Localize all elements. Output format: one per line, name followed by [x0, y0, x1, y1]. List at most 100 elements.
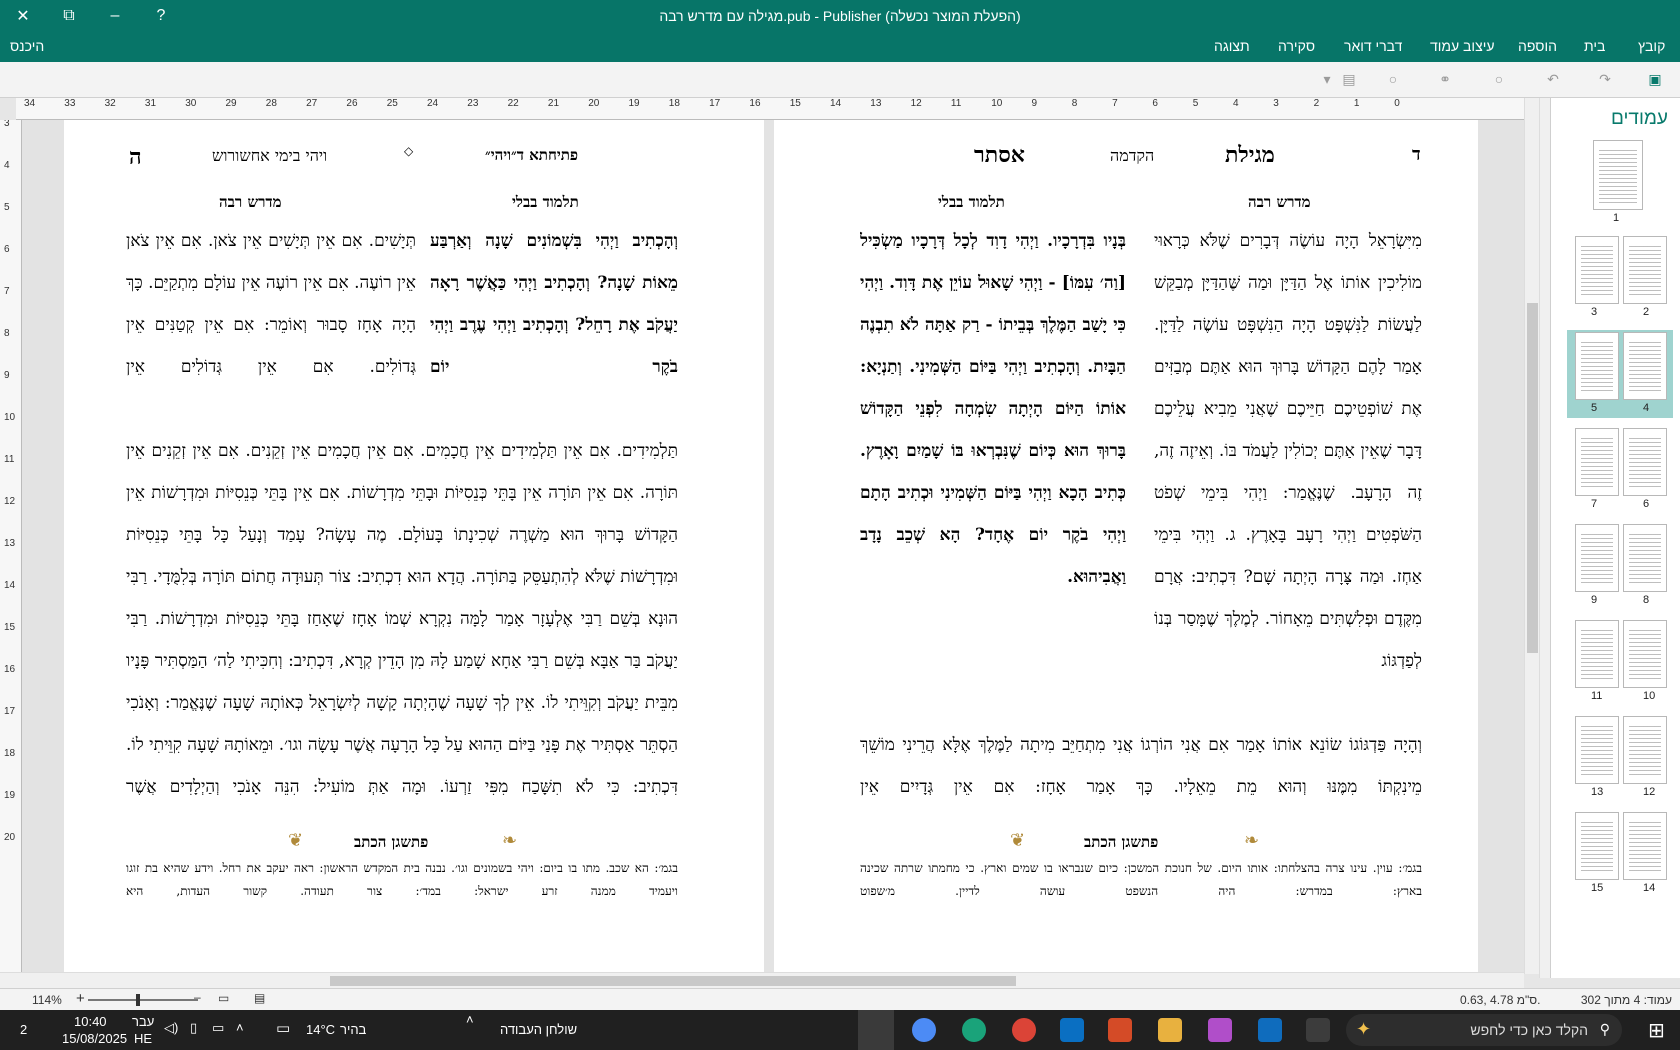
ruler-tick: 20 — [4, 832, 16, 843]
store-icon[interactable] — [1108, 1018, 1132, 1042]
clock-date[interactable]: 15/08/2025 — [62, 1031, 127, 1046]
outlook-icon[interactable] — [1258, 1018, 1282, 1042]
tab-mailings[interactable]: דברי דואר — [1340, 36, 1406, 56]
scroll-thumb[interactable] — [1527, 303, 1538, 653]
page-thumbnail[interactable] — [1623, 812, 1667, 880]
page-thumbnail[interactable] — [1575, 332, 1619, 400]
vertical-scrollbar[interactable] — [1524, 98, 1539, 974]
page-thumbnail[interactable] — [1623, 620, 1667, 688]
tab-review[interactable]: סקירה — [1274, 36, 1319, 56]
zoom-out-icon[interactable]: – — [194, 990, 201, 1004]
page-thumbnail[interactable] — [1623, 716, 1667, 784]
page-thumbnail[interactable] — [1575, 236, 1619, 304]
zoom-slider[interactable] — [88, 999, 198, 1001]
two-page-icon[interactable]: ▤ — [254, 991, 265, 1005]
link-icon[interactable]: ⚭ — [1436, 70, 1454, 88]
page-thumbnail-number: 13 — [1591, 786, 1604, 798]
page-thumbnail[interactable] — [1575, 620, 1619, 688]
ruler-tick: 8 — [1071, 98, 1078, 109]
circle-icon[interactable]: ○ — [1490, 70, 1508, 88]
windows-start-icon[interactable]: ⊞ — [1648, 1018, 1665, 1043]
title-bar: מגילה עם מדרש רבה.pub - Publisher (הפעלת… — [0, 0, 1680, 32]
thumbnail-preview — [1581, 531, 1613, 585]
chrome-icon[interactable] — [1012, 1018, 1036, 1042]
document-canvas[interactable]: ה ויהי בימי אחשורוש ◇ פתיחתא ד״ויהי״ תלמ… — [22, 120, 1524, 972]
status-bar: עמוד: 4 מתוך 302 0.63, 4.78 ס"מ. 114% + … — [0, 988, 1680, 1010]
page-thumbnail-number: 8 — [1643, 594, 1650, 606]
page-thumbnail[interactable] — [1623, 428, 1667, 496]
task-view-icon[interactable] — [1306, 1018, 1330, 1042]
ruler-tick: 14 — [830, 98, 842, 109]
tab-home[interactable]: בית — [1580, 36, 1609, 56]
chevron-down-icon[interactable]: ▾ — [1318, 70, 1336, 88]
pages-pane-collapse[interactable] — [1539, 98, 1550, 978]
windows-taskbar: ⊞ ⚲ הקלד כאן כדי לחפש ✦ שולחן העבודה ˄ ב… — [0, 1010, 1680, 1050]
tab-file[interactable]: קובץ — [1634, 36, 1669, 56]
footnote-title: פתשגן הכתב — [1084, 833, 1159, 851]
column-head: מדרש רבה — [1248, 193, 1311, 211]
page-thumbnail[interactable] — [1593, 140, 1643, 210]
signin-link[interactable]: היכנס — [10, 38, 44, 54]
tab-insert[interactable]: הוספה — [1514, 36, 1561, 56]
horizontal-scrollbar[interactable] — [0, 972, 1524, 988]
ruler-tick: 24 — [427, 98, 439, 109]
zoom-slider-handle[interactable] — [136, 994, 140, 1006]
ruler-tick: 14 — [4, 580, 16, 591]
edge-icon[interactable] — [962, 1018, 986, 1042]
column-head: מדרש רבה — [219, 193, 282, 211]
redo-icon[interactable]: ↷ — [1596, 70, 1614, 88]
ruler-tick: 26 — [346, 98, 358, 109]
chevron-up-icon[interactable]: ˄ — [466, 1012, 474, 1027]
page-thumbnail[interactable] — [1623, 524, 1667, 592]
weather-desc: בהיר — [340, 1022, 367, 1037]
undo-icon[interactable]: ↶ — [1544, 70, 1562, 88]
network-icon[interactable]: ▭ — [212, 1020, 224, 1036]
page-thumbnail[interactable] — [1575, 524, 1619, 592]
save-icon[interactable]: ▣ — [1646, 70, 1664, 88]
circle-icon[interactable]: ○ — [1384, 70, 1402, 88]
scroll-thumb[interactable] — [330, 976, 1016, 986]
zoom-in-icon[interactable]: + — [76, 990, 85, 1007]
right-page[interactable]: ד מגילת הקדמה אסתר מדרש רבה תלמוד בבלי מ… — [774, 120, 1478, 972]
ruler-tick: 16 — [749, 98, 761, 109]
ruler-tick: 11 — [4, 454, 15, 465]
media-icon[interactable] — [1060, 1018, 1084, 1042]
single-page-icon[interactable]: ▭ — [218, 991, 229, 1005]
notification-count[interactable]: 2 — [20, 1022, 27, 1037]
taskbar-search[interactable]: ⚲ הקלד כאן כדי לחפש ✦ — [1346, 1014, 1622, 1046]
left-page[interactable]: ה ויהי בימי אחשורוש ◇ פתיחתא ד״ויהי״ תלמ… — [64, 120, 764, 972]
tab-view[interactable]: תצוגה — [1210, 36, 1254, 56]
help-button[interactable]: ? — [138, 0, 184, 32]
language-code[interactable]: HE — [134, 1031, 152, 1046]
page-icon[interactable]: ▤ — [1340, 70, 1358, 88]
restore-button[interactable]: ⧉ — [46, 0, 92, 32]
zoom-level[interactable]: 114% — [32, 993, 62, 1007]
page-thumbnail[interactable] — [1575, 428, 1619, 496]
chrome-icon[interactable] — [912, 1018, 936, 1042]
pages-pane-title: עמודים — [1610, 108, 1668, 129]
chevron-up-icon[interactable]: ˄ — [236, 1020, 244, 1035]
battery-icon[interactable]: ▯ — [190, 1020, 197, 1036]
page-count[interactable]: עמוד: 4 מתוך 302 — [1581, 993, 1672, 1007]
page-thumbnail-number: 10 — [1643, 690, 1656, 702]
page-thumbnail-number: 4 — [1643, 402, 1650, 414]
ruler-tick: 25 — [386, 98, 398, 109]
minimize-button[interactable]: – — [92, 0, 138, 32]
ruler-tick: 3 — [1273, 98, 1279, 109]
weather-icon[interactable]: ▭ — [276, 1019, 290, 1037]
page-thumbnail[interactable] — [1575, 812, 1619, 880]
file-explorer-icon[interactable] — [1158, 1018, 1182, 1042]
page-thumbnail[interactable] — [1623, 236, 1667, 304]
ornament-icon: ❧ — [1244, 830, 1260, 851]
desktop-label[interactable]: שולחן העבודה — [500, 1022, 577, 1037]
close-button[interactable]: ✕ — [0, 0, 46, 32]
page-thumbnail[interactable] — [1575, 716, 1619, 784]
language-indicator[interactable]: עבר — [132, 1014, 154, 1029]
diamond-icon: ◇ — [404, 144, 414, 158]
ruler-tick: 12 — [4, 496, 16, 507]
tab-page-design[interactable]: עיצוב עמוד — [1426, 36, 1498, 56]
clock-time[interactable]: 10:40 — [74, 1014, 107, 1029]
copilot-icon[interactable] — [1208, 1018, 1232, 1042]
page-thumbnail[interactable] — [1623, 332, 1667, 400]
volume-icon[interactable]: ◁) — [164, 1020, 178, 1036]
